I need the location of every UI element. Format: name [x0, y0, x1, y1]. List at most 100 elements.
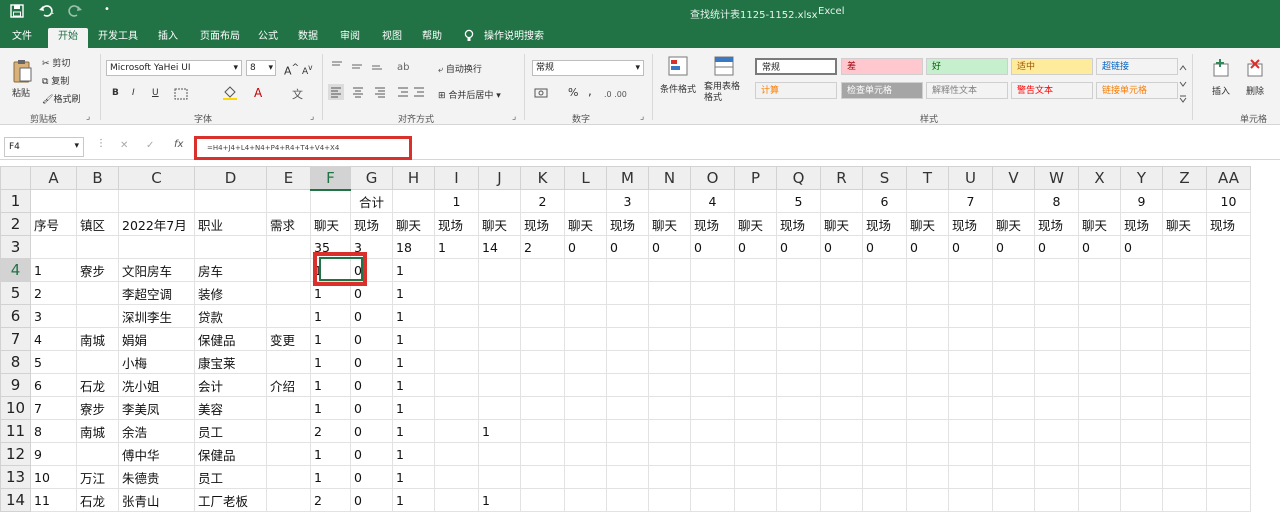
cell-K13[interactable] — [520, 465, 565, 489]
cell-P11[interactable] — [734, 419, 777, 443]
cell-I6[interactable] — [434, 304, 479, 328]
column-header-A[interactable]: A — [30, 166, 77, 190]
cell-S10[interactable] — [862, 396, 907, 420]
cell-F8[interactable]: 1 — [310, 350, 351, 374]
cell-W14[interactable] — [1034, 488, 1079, 512]
cell-Y1[interactable]: 9 — [1120, 189, 1163, 213]
cell-B2[interactable]: 镇区 — [76, 212, 119, 236]
cell-C4[interactable]: 文阳房车 — [118, 258, 195, 282]
cell-T14[interactable] — [906, 488, 949, 512]
cell-X4[interactable] — [1078, 258, 1121, 282]
cell-Q9[interactable] — [776, 373, 821, 397]
cell-Z2[interactable]: 聊天 — [1162, 212, 1207, 236]
cell-G12[interactable]: 0 — [350, 442, 393, 466]
cell-I3[interactable]: 1 — [434, 235, 479, 259]
cell-style-3[interactable]: 好 — [926, 58, 1008, 75]
orientation-icon[interactable]: ab — [396, 58, 412, 75]
cell-I4[interactable] — [434, 258, 479, 282]
tell-me-search[interactable]: 操作说明搜索 — [484, 29, 544, 48]
more-icon[interactable]: ⋮ — [96, 138, 106, 149]
cell-E6[interactable] — [266, 304, 311, 328]
cell-M4[interactable] — [606, 258, 649, 282]
insert-function-button[interactable]: fx — [174, 139, 183, 150]
column-header-S[interactable]: S — [862, 166, 907, 190]
cell-U12[interactable] — [948, 442, 993, 466]
clipboard-launcher-icon[interactable]: ⌟ — [86, 112, 90, 122]
cell-C8[interactable]: 小梅 — [118, 350, 195, 374]
cell-B1[interactable] — [76, 189, 119, 213]
cell-I1[interactable]: 1 — [434, 189, 479, 213]
cell-Z4[interactable] — [1162, 258, 1207, 282]
cell-D8[interactable]: 康宝莱 — [194, 350, 267, 374]
cell-F6[interactable]: 1 — [310, 304, 351, 328]
cell-A6[interactable]: 3 — [30, 304, 77, 328]
cell-E5[interactable] — [266, 281, 311, 305]
tab-page-layout[interactable]: 页面布局 — [200, 29, 240, 48]
cell-X11[interactable] — [1078, 419, 1121, 443]
cell-R14[interactable] — [820, 488, 863, 512]
cell-U7[interactable] — [948, 327, 993, 351]
worksheet-grid[interactable]: A B C D E F G H I J K L M N O P Q R S T U V W X Y Z AA 1 合计 1 2 3 4 5 6 7 8 9… — [0, 166, 1280, 522]
cell-Y8[interactable] — [1120, 350, 1163, 374]
cell-D1[interactable] — [194, 189, 267, 213]
cell-M13[interactable] — [606, 465, 649, 489]
cell-Z1[interactable] — [1162, 189, 1207, 213]
align-right-icon[interactable] — [372, 84, 388, 103]
cell-S8[interactable] — [862, 350, 907, 374]
cell-Q13[interactable] — [776, 465, 821, 489]
cell-L5[interactable] — [564, 281, 607, 305]
cell-L13[interactable] — [564, 465, 607, 489]
align-left-icon[interactable] — [328, 84, 344, 103]
cell-S4[interactable] — [862, 258, 907, 282]
cell-T6[interactable] — [906, 304, 949, 328]
cell-Y10[interactable] — [1120, 396, 1163, 420]
cell-S3[interactable]: 0 — [862, 235, 907, 259]
cell-U5[interactable] — [948, 281, 993, 305]
number-launcher-icon[interactable]: ⌟ — [640, 112, 644, 122]
cell-J14[interactable]: 1 — [478, 488, 521, 512]
cell-L10[interactable] — [564, 396, 607, 420]
cell-Z10[interactable] — [1162, 396, 1207, 420]
row-header-4[interactable]: 4 — [0, 258, 31, 282]
row-header-6[interactable]: 6 — [0, 304, 31, 328]
cell-L4[interactable] — [564, 258, 607, 282]
cell-R8[interactable] — [820, 350, 863, 374]
cell-M9[interactable] — [606, 373, 649, 397]
column-header-N[interactable]: N — [648, 166, 691, 190]
cell-B12[interactable] — [76, 442, 119, 466]
cell-J8[interactable] — [478, 350, 521, 374]
cell-S6[interactable] — [862, 304, 907, 328]
cell-V1[interactable] — [992, 189, 1035, 213]
cell-O6[interactable] — [690, 304, 735, 328]
cell-R2[interactable]: 聊天 — [820, 212, 863, 236]
cell-T5[interactable] — [906, 281, 949, 305]
cell-I10[interactable] — [434, 396, 479, 420]
formula-input[interactable]: =H4+J4+L4+N4+P4+R4+T4+V4+X4 — [194, 136, 412, 160]
cell-C10[interactable]: 李美凤 — [118, 396, 195, 420]
confirm-button[interactable]: ✓ — [146, 140, 154, 151]
cell-N12[interactable] — [648, 442, 691, 466]
column-header-G[interactable]: G — [350, 166, 393, 190]
cell-Z6[interactable] — [1162, 304, 1207, 328]
cell-H6[interactable]: 1 — [392, 304, 435, 328]
cell-H4[interactable]: 1 — [392, 258, 435, 282]
cell-J12[interactable] — [478, 442, 521, 466]
cell-I13[interactable] — [434, 465, 479, 489]
cell-W3[interactable]: 0 — [1034, 235, 1079, 259]
cell-AA1[interactable]: 10 — [1206, 189, 1251, 213]
cell-L7[interactable] — [564, 327, 607, 351]
cell-R11[interactable] — [820, 419, 863, 443]
cell-V13[interactable] — [992, 465, 1035, 489]
cell-E7[interactable]: 变更 — [266, 327, 311, 351]
cell-F11[interactable]: 2 — [310, 419, 351, 443]
cell-Y2[interactable]: 现场 — [1120, 212, 1163, 236]
cell-A5[interactable]: 2 — [30, 281, 77, 305]
cell-B4[interactable]: 寮步 — [76, 258, 119, 282]
cell-E14[interactable] — [266, 488, 311, 512]
column-header-O[interactable]: O — [690, 166, 735, 190]
cell-U10[interactable] — [948, 396, 993, 420]
row-header-7[interactable]: 7 — [0, 327, 31, 351]
cell-M10[interactable] — [606, 396, 649, 420]
cell-R5[interactable] — [820, 281, 863, 305]
cell-Q3[interactable]: 0 — [776, 235, 821, 259]
